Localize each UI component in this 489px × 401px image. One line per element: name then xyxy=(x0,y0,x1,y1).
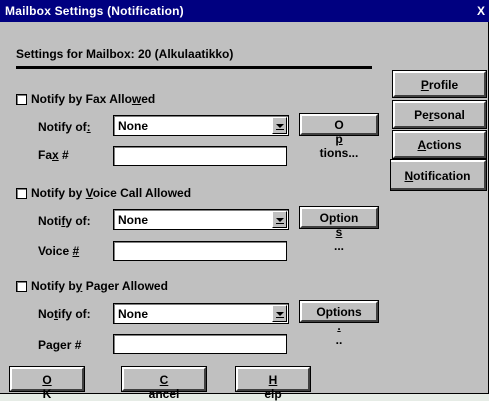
settings-for-mailbox-label: Settings for Mailbox: 20 (Alkulaatikko) xyxy=(16,47,234,61)
pager-notify-of-value: None xyxy=(118,307,148,321)
voice-allowed-checkbox[interactable] xyxy=(16,188,27,199)
fax-options-button[interactable]: Op tions... xyxy=(299,113,379,160)
header-divider xyxy=(16,66,372,69)
help-button[interactable]: Help xyxy=(235,366,311,401)
cancel-button[interactable]: Cancel xyxy=(121,366,207,401)
voice-allowed-label[interactable]: Notify by Voice Call Allowed xyxy=(31,186,191,200)
fax-notify-of-dropdown[interactable]: None xyxy=(113,115,289,136)
fax-allowed-checkbox[interactable] xyxy=(16,94,27,105)
voice-number-field[interactable] xyxy=(113,241,287,261)
pager-number-label: Pager # xyxy=(38,338,82,352)
fax-notify-of-label: Notify of: xyxy=(38,120,91,134)
fax-number-label: Fax # xyxy=(38,148,69,162)
pager-allowed-label[interactable]: Notify by Pager Allowed xyxy=(31,279,168,293)
title-bar[interactable]: Mailbox Settings (Notification) X xyxy=(0,0,489,22)
pager-options-button[interactable]: Options... xyxy=(299,300,379,347)
chevron-down-icon[interactable] xyxy=(272,305,287,322)
fax-allowed-label[interactable]: Notify by Fax Allowed xyxy=(31,92,155,106)
chevron-down-icon[interactable] xyxy=(272,211,287,228)
chevron-down-icon[interactable] xyxy=(272,117,287,134)
tab-actions[interactable]: Actions xyxy=(392,130,487,159)
tab-profile[interactable]: Profile xyxy=(392,70,487,98)
pager-allowed-checkbox[interactable] xyxy=(16,281,27,292)
ok-button[interactable]: OK xyxy=(9,366,85,401)
voice-notify-of-dropdown[interactable]: None xyxy=(113,209,289,230)
voice-notify-of-label: Notify of: xyxy=(38,214,91,228)
close-icon[interactable]: X xyxy=(477,4,489,18)
voice-options-button[interactable]: Option s... xyxy=(299,206,379,253)
tab-notification[interactable]: Notification xyxy=(390,159,487,191)
voice-notify-of-value: None xyxy=(118,213,148,227)
pager-notify-of-dropdown[interactable]: None xyxy=(113,303,289,324)
pager-number-field[interactable] xyxy=(113,334,287,354)
voice-number-label: Voice # xyxy=(38,244,80,258)
pager-notify-of-label: Notify of: xyxy=(38,307,91,321)
mailbox-settings-dialog: Mailbox Settings (Notification) X Settin… xyxy=(0,0,489,401)
tab-personal[interactable]: Personal xyxy=(392,100,487,129)
window-title: Mailbox Settings (Notification) xyxy=(5,4,184,18)
fax-notify-of-value: None xyxy=(118,119,148,133)
fax-number-field[interactable] xyxy=(113,146,287,166)
